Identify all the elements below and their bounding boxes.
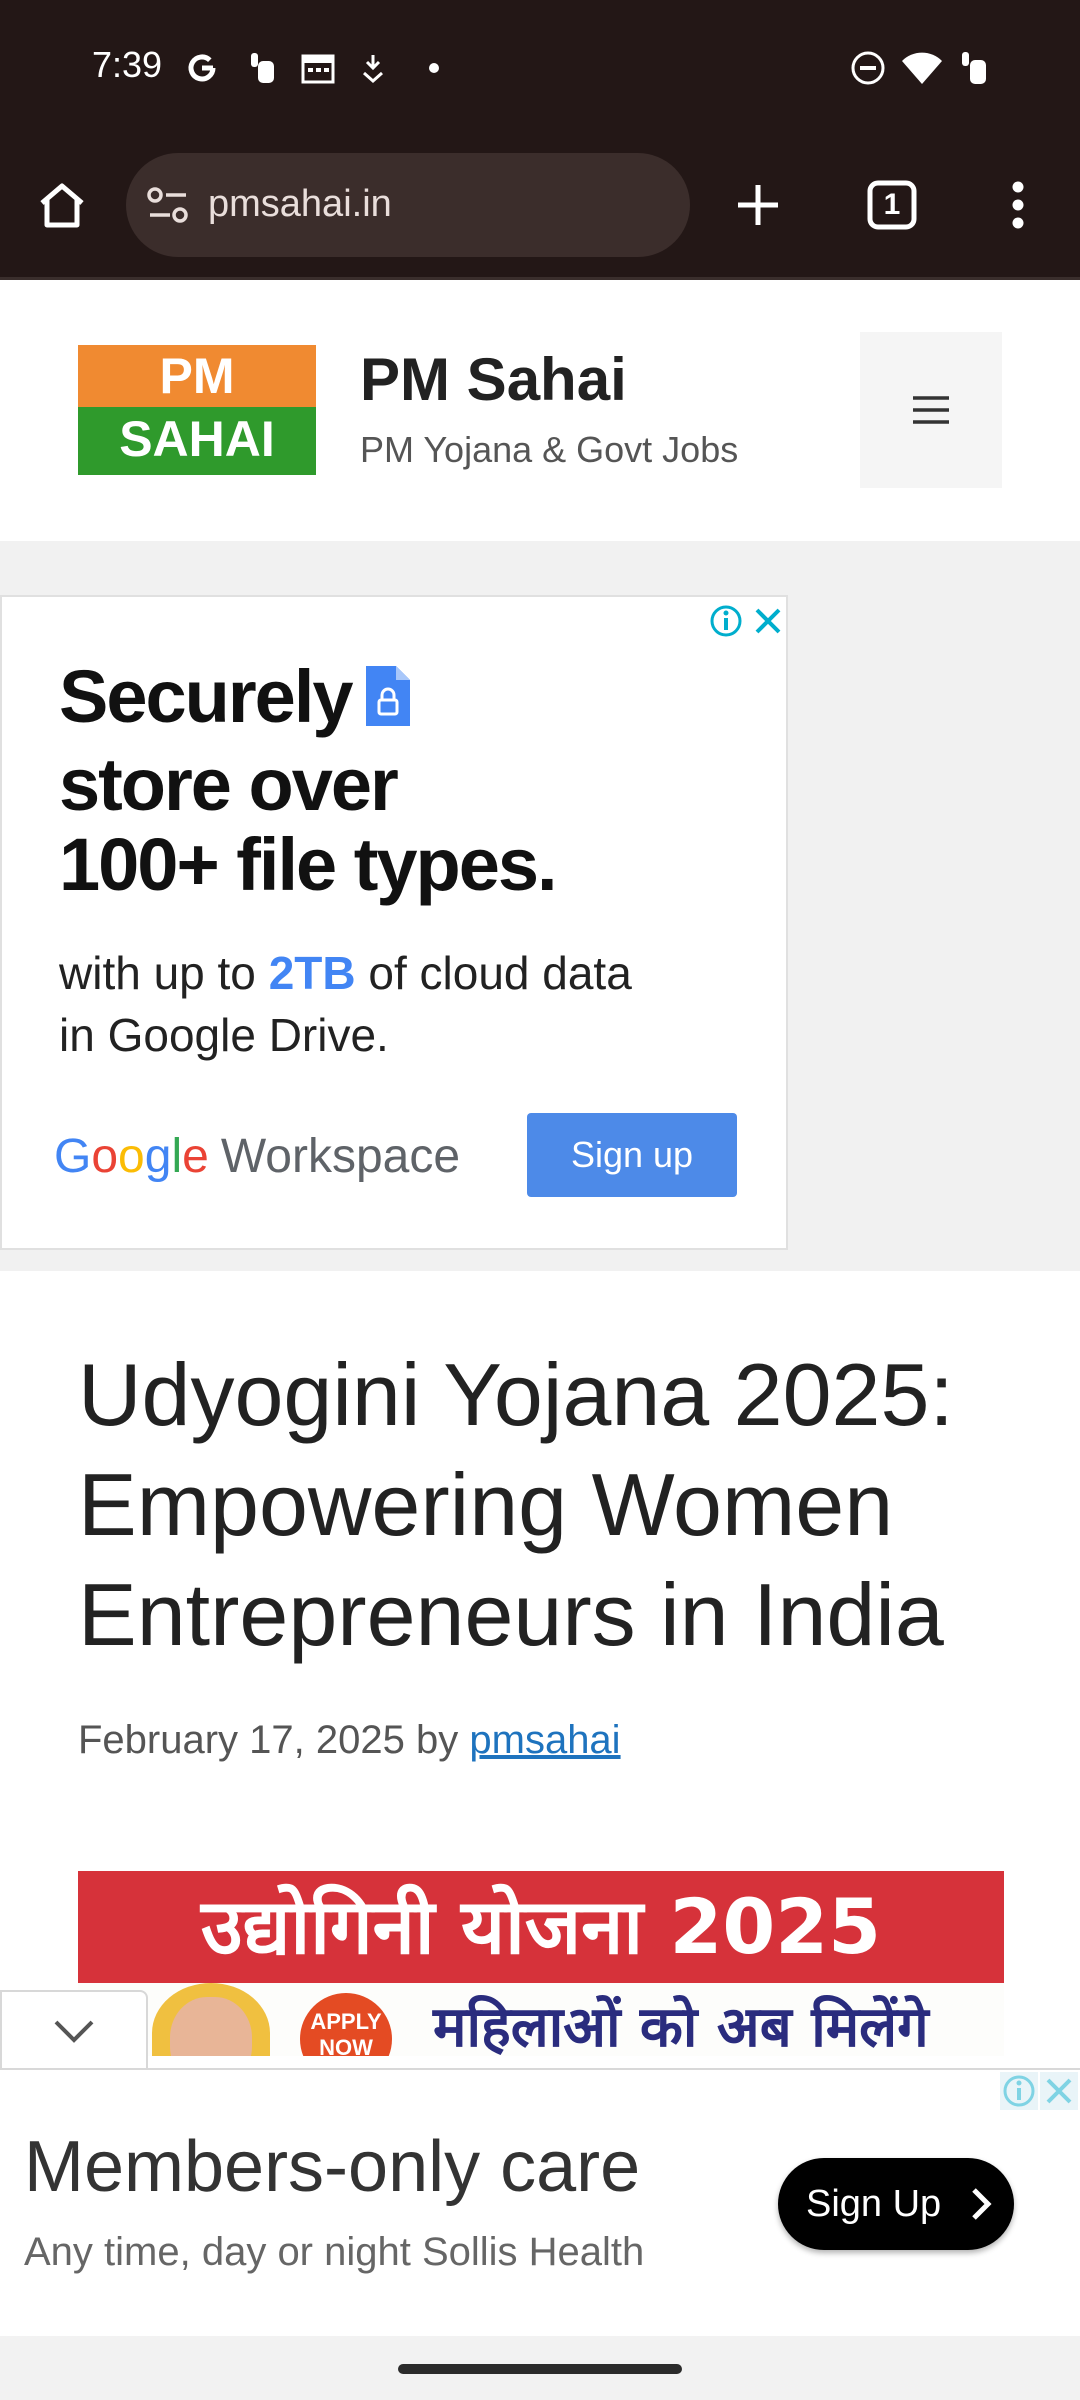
browser-toolbar: pmsahai.in 1 [0, 135, 1080, 280]
ad-body: with up to 2TB of cloud data in Google D… [59, 942, 632, 1066]
anchor-ad-headline: Members-only care [24, 2127, 641, 2207]
site-header: PM SAHAI PM Sahai PM Yojana & Govt Jobs [0, 283, 1080, 541]
anchor-ad[interactable]: Members-only care Any time, day or night… [0, 2068, 1080, 2336]
home-icon [40, 183, 84, 228]
ad-headline-line-1: Securely [59, 655, 354, 738]
apply-badge-line-2: NOW [319, 2035, 373, 2056]
ad-close-icon[interactable] [750, 603, 786, 639]
article-title-line-3: Entrepreneurs in India [78, 1565, 944, 1664]
site-tagline: PM Yojana & Govt Jobs [360, 429, 739, 470]
hamburger-menu-button[interactable] [860, 332, 1002, 488]
featured-image-subtitle: महिलाओं को अब मिलेंगे [433, 1995, 929, 2056]
article-author-link[interactable]: pmsahai [469, 1718, 620, 1762]
ad-body-text-after: of cloud data [355, 947, 632, 999]
new-tab-icon [738, 185, 778, 225]
gesture-nav-area [0, 2336, 1080, 2400]
ad-headline-line-2: store over [59, 743, 399, 826]
featured-image[interactable]: उद्योगिनी योजना 2025 APPLY NOW महिलाओं क… [78, 1871, 1004, 2056]
site-logo[interactable]: PM SAHAI [78, 345, 316, 475]
status-bar: 7:39 [0, 0, 1080, 135]
more-menu-icon [1012, 181, 1024, 229]
download-icon [358, 50, 388, 86]
tap-hold-icon [246, 50, 280, 86]
chevron-down-icon [54, 2020, 94, 2043]
chevron-right-icon [970, 2186, 992, 2232]
article-by: by [416, 1718, 459, 1762]
gesture-handle[interactable] [398, 2364, 682, 2374]
anchor-ad-subtext: Any time, day or night Sollis Health [24, 2230, 645, 2274]
anchor-ad-signup-label: Sign Up [806, 2182, 942, 2225]
wifi-icon [900, 50, 944, 86]
google-wordmark: Google [54, 1130, 209, 1183]
anchor-ad-close-icon[interactable] [1040, 2072, 1078, 2110]
collapse-ad-button[interactable] [0, 1990, 148, 2070]
apply-badge-line-1: APPLY [310, 2009, 382, 2034]
address-bar[interactable]: pmsahai.in [126, 153, 690, 257]
google-workspace-ad[interactable]: Securely store over 100+ file types. wit… [0, 595, 788, 1250]
ad-region: Securely store over 100+ file types. wit… [0, 541, 1080, 1271]
tab-switcher-button[interactable]: 1 [850, 163, 934, 247]
ad-info-icon[interactable] [708, 603, 744, 639]
ad-signup-button[interactable]: Sign up [527, 1113, 737, 1197]
anchor-ad-signup-button[interactable]: Sign Up [778, 2158, 1014, 2250]
ad-body-text: with up to [59, 947, 269, 999]
google-workspace-logo: Google Workspace [54, 1129, 460, 1184]
article-title: Udyogini Yojana 2025: Empowering Women E… [78, 1340, 1018, 1670]
status-time: 7:39 [92, 44, 163, 85]
url-text[interactable]: pmsahai.in [208, 183, 392, 226]
battery-icon [956, 50, 992, 86]
ad-headline-line-3: 100+ file types. [59, 823, 558, 906]
featured-image-lower: APPLY NOW महिलाओं को अब मिलेंगे [78, 1983, 1004, 2056]
drive-lock-doc-icon [362, 662, 414, 745]
dot-icon [424, 50, 444, 86]
article-title-line-2: Empowering Women [78, 1455, 894, 1554]
workspace-wordmark: Workspace [220, 1130, 461, 1183]
ad-body-highlight: 2TB [268, 947, 356, 999]
apply-now-badge: APPLY NOW [300, 1993, 392, 2056]
hamburger-icon [913, 396, 949, 424]
site-title[interactable]: PM Sahai [360, 345, 627, 414]
article-meta: February 17, 2025 by pmsahai [78, 1718, 621, 1763]
tab-count: 1 [883, 188, 901, 221]
more-menu-button[interactable] [976, 163, 1060, 247]
home-button[interactable] [20, 163, 104, 247]
site-info-icon[interactable] [146, 185, 190, 230]
logo-top-text: PM [78, 345, 316, 407]
google-g-icon [184, 50, 220, 86]
article-date: February 17, 2025 [78, 1718, 405, 1762]
ad-body-line-2: in Google Drive. [59, 1009, 389, 1061]
featured-image-title: उद्योगिनी योजना 2025 [78, 1871, 1004, 1983]
new-tab-button[interactable] [716, 163, 800, 247]
article-title-line-1: Udyogini Yojana 2025: [78, 1345, 954, 1444]
dnd-icon [848, 50, 888, 86]
ad-headline: Securely store over 100+ file types. [59, 655, 558, 906]
logo-bottom-text: SAHAI [78, 407, 316, 475]
anchor-ad-info-icon[interactable] [1000, 2072, 1038, 2110]
calendar-icon [300, 50, 336, 86]
